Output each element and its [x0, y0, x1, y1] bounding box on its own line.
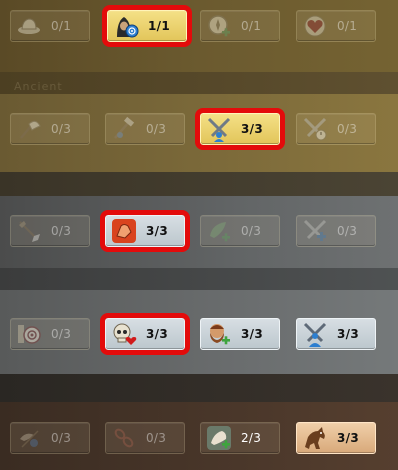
- target-icon: [18, 325, 41, 344]
- skill-tile-active[interactable]: 3/3: [296, 318, 376, 350]
- skill-count: 0/3: [146, 431, 167, 445]
- tier-separator: [0, 268, 398, 290]
- skill-tile[interactable]: 0/1: [296, 10, 376, 42]
- skill-count: 0/3: [337, 122, 358, 136]
- axe-icon: [20, 120, 41, 139]
- tools-icon: [114, 116, 135, 139]
- leaf-plus-icon: [210, 222, 230, 242]
- skull-heart-icon: [113, 323, 137, 345]
- skill-tile[interactable]: 0/1: [10, 10, 90, 42]
- faded-tier-label: Ancient: [14, 80, 63, 93]
- hooded-rogue-target-icon: [117, 17, 139, 38]
- skill-tile[interactable]: 0/3: [105, 113, 185, 145]
- skill-count: 0/3: [51, 327, 72, 341]
- chain-icon: [114, 428, 134, 448]
- skill-count: 0/3: [51, 122, 72, 136]
- skill-count: 0/3: [51, 224, 72, 238]
- skill-count: 0/3: [51, 431, 72, 445]
- skill-tile-active[interactable]: 3/3: [200, 318, 280, 350]
- skill-tile[interactable]: 0/3: [10, 318, 90, 350]
- skill-tile[interactable]: 0/3: [296, 215, 376, 247]
- skill-count: 2/3: [241, 431, 262, 445]
- skill-tile[interactable]: 0/3: [10, 422, 90, 454]
- horse-icon: [305, 427, 325, 449]
- bearded-face-plus-icon: [210, 324, 230, 345]
- tier-separator: [0, 374, 398, 402]
- tier-separator: [0, 172, 398, 196]
- skill-tile[interactable]: 0/3: [10, 215, 90, 247]
- skill-count: 0/3: [337, 224, 358, 238]
- bird-arrow-icon: [20, 430, 39, 448]
- skill-count: 3/3: [146, 224, 168, 238]
- skill-count: 1/1: [148, 19, 170, 33]
- skill-tile[interactable]: 0/3: [200, 215, 280, 247]
- skill-count: 0/3: [241, 224, 262, 238]
- crossed-swords-group-icon: [207, 117, 231, 142]
- skill-tile[interactable]: 0/3: [10, 113, 90, 145]
- fist-icon: [112, 219, 136, 243]
- skill-tile[interactable]: 0/1: [200, 10, 280, 42]
- compass-plus-icon: [208, 15, 230, 37]
- skill-tile-selected[interactable]: 3/3: [195, 108, 285, 150]
- crossed-swords-clock-icon: [303, 117, 327, 141]
- spear-icon: [19, 221, 40, 242]
- skill-count: 3/3: [146, 327, 168, 341]
- skill-count: 0/3: [146, 122, 167, 136]
- hand-boost-icon: [207, 426, 231, 450]
- crossed-swords-plus-icon: [303, 219, 327, 241]
- skill-count: 3/3: [337, 431, 359, 445]
- skill-tile-active[interactable]: 3/3: [296, 422, 376, 454]
- skill-tile[interactable]: 2/3: [200, 422, 280, 454]
- skill-count: 0/1: [51, 19, 72, 33]
- skill-tile-selected[interactable]: 3/3: [100, 210, 190, 252]
- skill-count: 3/3: [241, 327, 263, 341]
- hat-icon: [18, 18, 40, 34]
- heart-shield-icon: [304, 15, 326, 37]
- skill-count: 3/3: [337, 327, 359, 341]
- skill-tile-selected[interactable]: 1/1: [102, 5, 192, 47]
- skill-count: 3/3: [241, 122, 263, 136]
- skill-count: 0/1: [337, 19, 358, 33]
- skill-tile[interactable]: 0/3: [296, 113, 376, 145]
- skill-tile[interactable]: 0/3: [105, 422, 185, 454]
- skill-count: 0/1: [241, 19, 262, 33]
- crossed-swords-person-icon: [303, 322, 327, 347]
- skill-tile-selected[interactable]: 3/3: [100, 313, 190, 355]
